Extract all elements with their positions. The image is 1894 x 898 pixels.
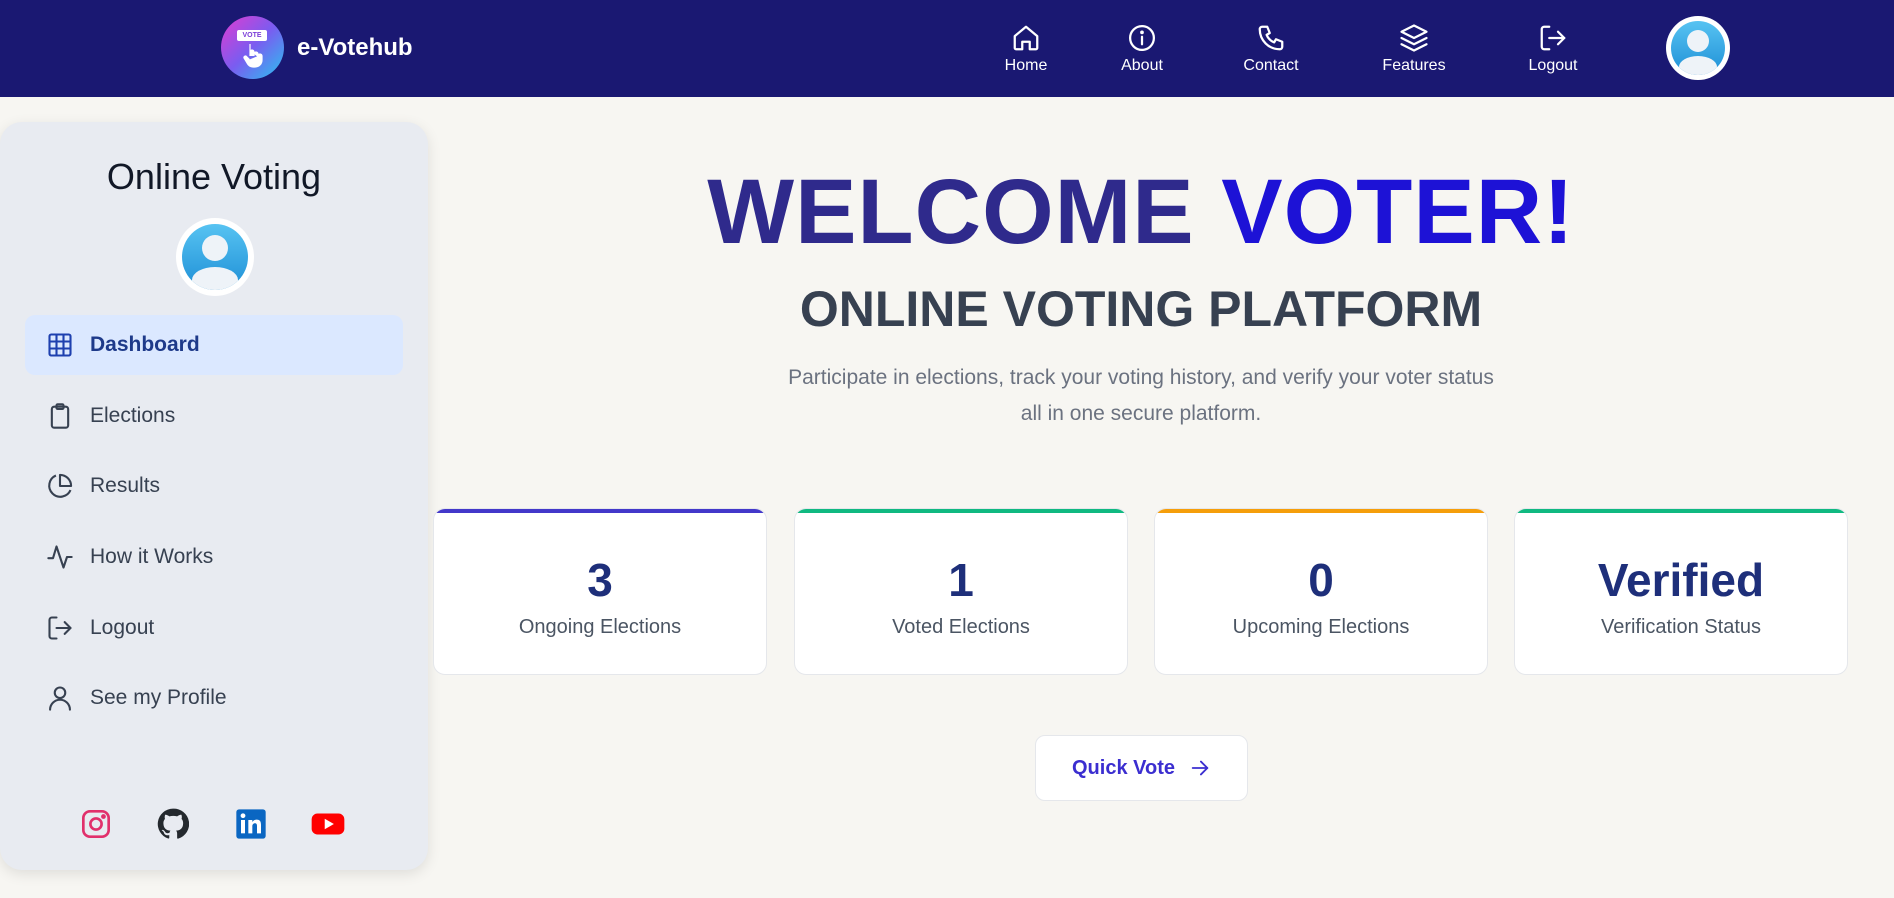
brand-logo: VOTE: [221, 16, 284, 79]
quick-vote-button[interactable]: Quick Vote: [1035, 735, 1248, 801]
hand-pointer-icon: [243, 44, 263, 68]
hero-subtitle: ONLINE VOTING PLATFORM: [799, 281, 1483, 337]
nav-about-label: About: [1121, 56, 1163, 74]
phone-icon: [1258, 25, 1284, 50]
stat-label: Verification Status: [1600, 616, 1762, 638]
stat-card-upcoming: 0 Upcoming Elections: [1154, 508, 1488, 675]
hero-title: WELCOME VOTER!: [432, 160, 1850, 265]
sidebar-avatar: [176, 218, 254, 296]
sidebar-item-how-it-works[interactable]: How it Works: [25, 527, 403, 587]
sidebar-item-profile[interactable]: See my Profile: [25, 668, 403, 728]
brand-name: e-Votehub: [297, 33, 413, 61]
nav-logout-label: Logout: [1528, 56, 1578, 74]
stat-label: Upcoming Elections: [1232, 616, 1410, 638]
stat-card-ongoing: 3 Ongoing Elections: [433, 508, 767, 675]
activity-icon: [46, 543, 74, 571]
sidebar-item-elections[interactable]: Elections: [25, 386, 403, 446]
hero-description: Participate in elections, track your vot…: [770, 360, 1512, 432]
layers-icon: [1400, 23, 1428, 52]
stat-accent-bar: [434, 509, 766, 513]
sidebar-item-label: Results: [90, 474, 161, 497]
sidebar-item-label: Elections: [90, 404, 176, 427]
nav-home-label: Home: [1004, 56, 1048, 74]
stat-label: Voted Elections: [892, 616, 1030, 638]
quick-vote-label: Quick Vote: [1072, 756, 1175, 779]
hero-title-welcome: WELCOME: [707, 161, 1222, 263]
nav-features-label: Features: [1382, 56, 1446, 74]
grid-icon: [46, 331, 74, 359]
home-icon: [1013, 25, 1039, 50]
avatar-icon: [182, 224, 248, 290]
sidebar-item-logout[interactable]: Logout: [25, 598, 403, 658]
stat-card-voted: 1 Voted Elections: [794, 508, 1128, 675]
sidebar-item-dashboard[interactable]: Dashboard: [25, 315, 403, 375]
vote-tag: VOTE: [237, 30, 267, 41]
pie-chart-icon: [46, 472, 74, 500]
github-icon[interactable]: [157, 808, 190, 840]
stat-card-verification: Verified Verification Status: [1514, 508, 1848, 675]
sidebar-item-label: See my Profile: [90, 686, 227, 709]
stat-value: Verified: [1597, 554, 1765, 606]
linkedin-icon[interactable]: [235, 808, 267, 840]
nav-features[interactable]: Features: [1374, 0, 1454, 97]
stat-value: 1: [948, 554, 974, 606]
nav-home[interactable]: Home: [996, 0, 1056, 97]
stat-label: Ongoing Elections: [518, 616, 682, 638]
info-icon: [1129, 24, 1155, 51]
sidebar-item-label: Logout: [90, 616, 155, 639]
hero-title-voter: VOTER!: [1221, 161, 1575, 263]
stat-value: 3: [587, 554, 613, 606]
hero-desc-line2: all in one secure platform.: [1020, 402, 1262, 425]
arrow-right-icon: [1191, 760, 1209, 776]
instagram-icon[interactable]: [80, 808, 112, 840]
stat-value: 0: [1308, 554, 1334, 606]
avatar-icon: [1671, 21, 1725, 75]
nav-contact-label: Contact: [1243, 56, 1299, 74]
nav-contact[interactable]: Contact: [1236, 0, 1306, 97]
clipboard-icon: [46, 402, 74, 430]
youtube-icon[interactable]: [311, 808, 345, 840]
sidebar: Online Voting Dashboard Elections Result…: [0, 122, 428, 870]
sidebar-item-label: How it Works: [90, 545, 214, 568]
social-links: [0, 808, 428, 844]
top-navbar: VOTE e-Votehub Home About Contact Featur…: [0, 0, 1894, 97]
logout-icon: [1540, 25, 1566, 50]
stat-accent-bar: [1155, 509, 1487, 513]
user-icon: [46, 684, 74, 712]
sidebar-item-label: Dashboard: [90, 333, 200, 356]
nav-about[interactable]: About: [1112, 0, 1172, 97]
brand[interactable]: VOTE e-Votehub: [221, 16, 413, 79]
stat-accent-bar: [1515, 509, 1847, 513]
logout-icon: [46, 614, 74, 642]
user-avatar-button[interactable]: [1666, 16, 1730, 80]
stat-accent-bar: [795, 509, 1127, 513]
nav-logout[interactable]: Logout: [1518, 0, 1588, 97]
hero-desc-line1: Participate in elections, track your vot…: [788, 366, 1494, 389]
sidebar-item-results[interactable]: Results: [25, 456, 403, 516]
sidebar-title: Online Voting: [106, 156, 322, 197]
